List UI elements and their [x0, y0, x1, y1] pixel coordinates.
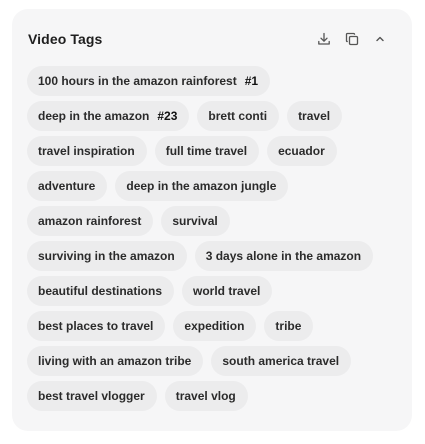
tag-label: beautiful destinations — [38, 284, 163, 298]
tag-label: brett conti — [208, 109, 268, 123]
tag-chip[interactable]: best travel vlogger — [27, 381, 157, 411]
tag-label: travel — [298, 109, 331, 123]
tag-chip[interactable]: travel inspiration — [27, 136, 147, 166]
panel-title: Video Tags — [28, 31, 103, 47]
tag-list: 100 hours in the amazon rainforest #1 deep… — [27, 66, 402, 411]
tag-label: ecuador — [278, 144, 325, 158]
panel-header: Video Tags — [28, 29, 390, 49]
tag-label: tribe — [275, 319, 302, 333]
tag-chip[interactable]: survival — [161, 206, 230, 236]
tag-chip[interactable]: best places to travel — [27, 311, 166, 341]
tag-label: travel inspiration — [38, 144, 135, 158]
tag-label: expedition — [184, 319, 245, 333]
panel-actions — [314, 29, 390, 49]
chevron-up-icon[interactable] — [370, 29, 390, 49]
tag-row: amazon rainforest survival — [27, 206, 402, 236]
tag-chip[interactable]: deep in the amazon jungle — [115, 171, 289, 201]
video-tags-panel: Video Tags 100 hours in the amazon rainf… — [12, 9, 412, 431]
download-icon[interactable] — [314, 29, 334, 49]
tag-row: adventure deep in the amazon jungle — [27, 171, 402, 201]
tag-chip[interactable]: travel — [287, 101, 343, 131]
tag-chip[interactable]: deep in the amazon #23 — [27, 101, 190, 131]
tag-row: beautiful destinations world travel — [27, 276, 402, 306]
tag-chip[interactable]: south america travel — [211, 346, 352, 376]
tag-row: best places to travel expedition tribe — [27, 311, 402, 341]
tag-chip[interactable]: amazon rainforest — [27, 206, 154, 236]
tag-label: best places to travel — [38, 319, 154, 333]
tag-label: travel vlog — [175, 389, 236, 403]
tag-label: world travel — [193, 284, 261, 298]
tag-chip[interactable]: world travel — [182, 276, 273, 306]
tag-row: living with an amazon tribe south america… — [27, 346, 402, 376]
tag-label: amazon rainforest — [38, 214, 142, 228]
tag-chip[interactable]: beautiful destinations — [27, 276, 175, 306]
tag-chip[interactable]: full time travel — [154, 136, 260, 166]
tag-chip[interactable]: 3 days alone in the amazon — [194, 241, 374, 271]
copy-icon[interactable] — [342, 29, 362, 49]
tag-chip[interactable]: ecuador — [267, 136, 337, 166]
tag-rank-badge: #23 — [157, 109, 178, 123]
tag-chip[interactable]: adventure — [27, 171, 108, 201]
tag-row: 100 hours in the amazon rainforest #1 — [27, 66, 402, 96]
tag-label: survival — [172, 214, 218, 228]
tag-chip[interactable]: travel vlog — [164, 381, 248, 411]
tag-label: best travel vlogger — [38, 389, 145, 403]
tag-label: living with an amazon tribe — [38, 354, 192, 368]
tag-row: surviving in the amazon 3 days alone in t… — [27, 241, 402, 271]
tag-chip[interactable]: living with an amazon tribe — [27, 346, 204, 376]
tag-chip[interactable]: tribe — [264, 311, 314, 341]
tag-row: travel inspiration full time travel ecuado… — [27, 136, 402, 166]
tag-chip[interactable]: 100 hours in the amazon rainforest #1 — [27, 66, 271, 96]
tag-label: full time travel — [165, 144, 248, 158]
tag-chip[interactable]: brett conti — [197, 101, 280, 131]
tag-chip[interactable]: expedition — [173, 311, 257, 341]
tag-label: south america travel — [222, 354, 340, 368]
tag-label: 3 days alone in the amazon — [205, 249, 362, 263]
tag-label: deep in the amazon — [38, 109, 150, 123]
tag-row: deep in the amazon #23 brett conti travel — [27, 101, 402, 131]
tag-label: 100 hours in the amazon rainforest — [38, 74, 237, 88]
tag-chip[interactable]: surviving in the amazon — [27, 241, 187, 271]
tag-row: best travel vlogger travel vlog — [27, 381, 402, 411]
tag-label: surviving in the amazon — [38, 249, 175, 263]
tag-label: adventure — [38, 179, 96, 193]
tag-rank-badge: #1 — [244, 74, 259, 88]
tag-label: deep in the amazon jungle — [126, 179, 277, 193]
